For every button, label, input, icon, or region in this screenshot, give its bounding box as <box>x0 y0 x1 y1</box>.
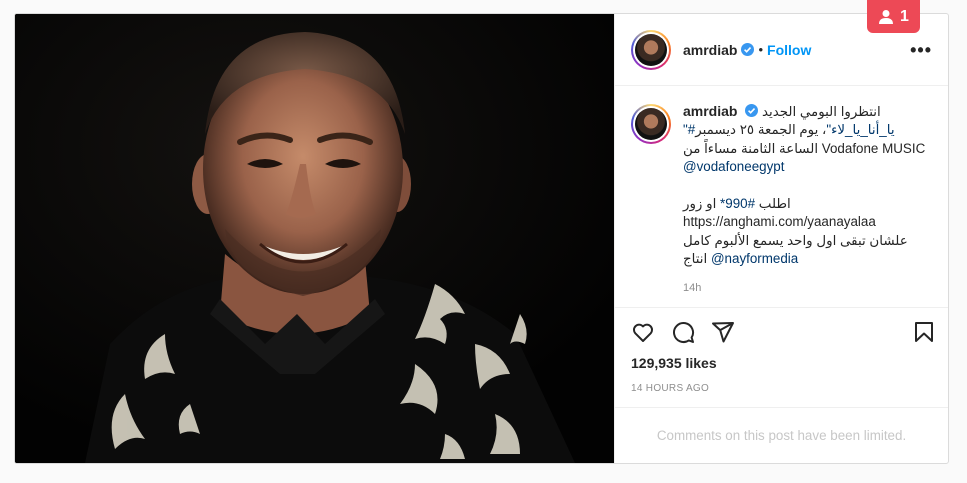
caption: amrdiab انتظروا البومي الجديد "#يا_أنا_ي… <box>683 102 929 294</box>
caption-hashtag[interactable]: #990* <box>720 196 755 211</box>
notification-count: 1 <box>900 7 909 25</box>
follow-button[interactable]: Follow <box>767 42 811 58</box>
caption-text: ، يوم الجمعة ٢٥ ديسمبر <box>695 122 827 138</box>
action-bar <box>615 307 948 355</box>
post-photo[interactable] <box>15 14 614 463</box>
portrait-image <box>15 14 614 463</box>
comments-limited-notice: Comments on this post have been limited. <box>615 407 948 463</box>
caption-text: الساعة الثامنة مساءاً من Vodafone MUSIC <box>683 140 926 156</box>
caption-text: انتظروا البومي الجديد <box>761 104 881 119</box>
username[interactable]: amrdiab <box>683 42 737 58</box>
likes-count[interactable]: 129,935 likes <box>615 355 948 377</box>
caption-area: amrdiab انتظروا البومي الجديد "#يا_أنا_ي… <box>615 86 948 307</box>
caption-mention[interactable]: @nayformedia <box>711 251 798 266</box>
caption-text: اطلب <box>758 196 791 212</box>
caption-mention[interactable]: @vodafoneegypt <box>683 159 784 174</box>
caption-text: انتاج <box>683 251 708 267</box>
instagram-post: amrdiab • Follow ••• amrdiab انتظروا الب… <box>14 13 949 464</box>
caption-avatar[interactable] <box>631 104 671 144</box>
caption-text: علشان تبقى اول واحد يسمع الألبوم كامل <box>683 232 908 248</box>
post-timestamp[interactable]: 14 HOURS AGO <box>615 377 948 407</box>
avatar[interactable] <box>631 29 671 70</box>
person-icon <box>879 9 894 24</box>
post-sidebar: amrdiab • Follow ••• amrdiab انتظروا الب… <box>614 14 948 463</box>
caption-time[interactable]: 14h <box>683 279 929 297</box>
caption-username[interactable]: amrdiab <box>683 103 737 119</box>
verified-badge-icon <box>741 43 755 56</box>
caption-link[interactable]: https://anghami.com/yaanayalaa <box>683 214 876 229</box>
separator-dot: • <box>758 42 764 57</box>
activity-notification[interactable]: 1 <box>867 0 920 33</box>
more-options-icon[interactable]: ••• <box>910 41 932 59</box>
bookmark-icon[interactable] <box>912 320 936 344</box>
heart-icon[interactable] <box>631 320 655 344</box>
comment-icon[interactable] <box>671 320 695 344</box>
verified-badge-icon <box>745 104 759 117</box>
caption-text: او زور <box>683 196 717 212</box>
share-icon[interactable] <box>711 320 735 344</box>
